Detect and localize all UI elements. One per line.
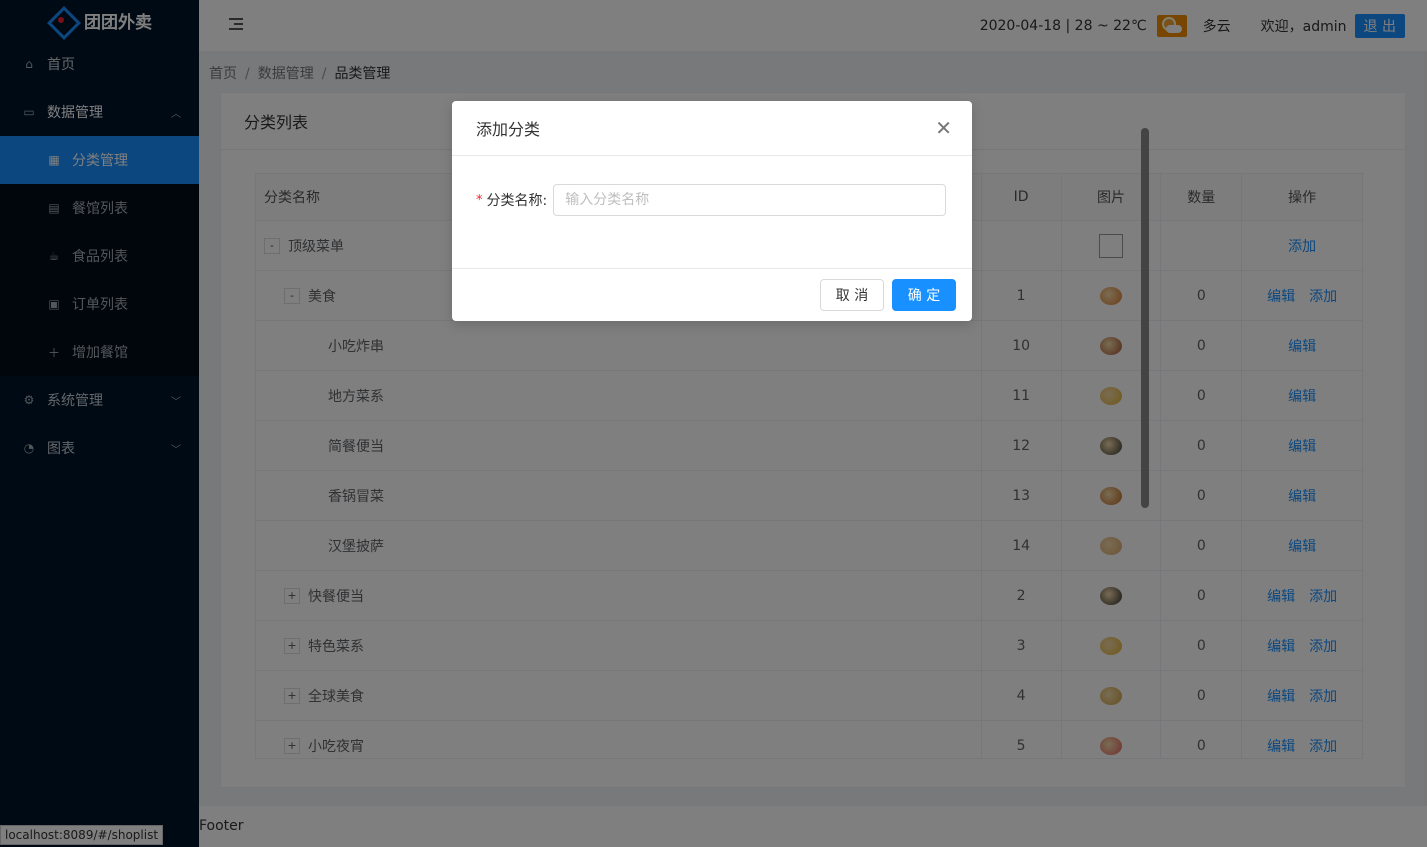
close-icon[interactable]: ✕	[935, 118, 952, 138]
form-row-category-name: * 分类名称:	[476, 184, 947, 216]
add-category-modal: 添加分类 ✕ * 分类名称: 取 消 确 定	[452, 101, 972, 321]
cancel-button[interactable]: 取 消	[820, 279, 884, 311]
required-mark: *	[476, 192, 483, 208]
modal-title: 添加分类	[476, 120, 541, 139]
modal-header: 添加分类 ✕	[452, 101, 972, 156]
category-name-input[interactable]	[553, 184, 947, 216]
modal-footer: 取 消 确 定	[452, 268, 972, 321]
category-name-label: 分类名称:	[486, 193, 548, 209]
app-root: 团团外卖 ⌂ 首页 ▭ 数据管理 ︿ ▦ 分类管理 ▤ 餐馆列表 ☕ 食品列表	[0, 0, 1427, 847]
confirm-button[interactable]: 确 定	[892, 279, 956, 311]
